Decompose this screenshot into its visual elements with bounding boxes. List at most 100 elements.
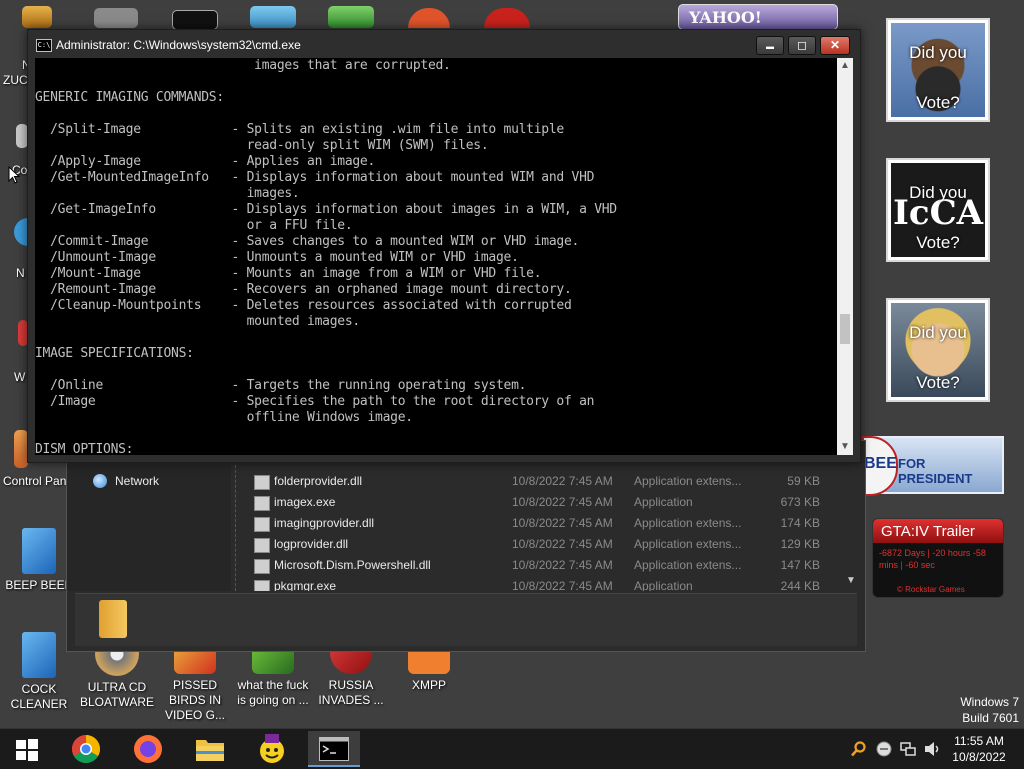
- file-row[interactable]: imagex.exe 10/8/2022 7:45 AM Application 67…: [236, 492, 844, 513]
- close-button[interactable]: ✕: [820, 36, 850, 55]
- file-icon: [254, 496, 270, 511]
- cmd-scrollbar[interactable]: ▲ ▼: [837, 58, 853, 455]
- file-type: Application extens...: [634, 558, 742, 572]
- desktop-icon-label: XMPP: [411, 678, 446, 692]
- scroll-up-arrow-icon[interactable]: ▲: [837, 58, 853, 74]
- file-type: Application extens...: [634, 474, 742, 488]
- explorer-nav-pane[interactable]: Network: [67, 465, 231, 591]
- desktop-icon-left-5[interactable]: [14, 430, 28, 468]
- president-ad-banner[interactable]: BEE FOR PRESIDENT: [862, 436, 1004, 496]
- network-tray-icon[interactable]: [900, 741, 916, 757]
- folder-icon: [196, 740, 224, 761]
- firefox-button[interactable]: [122, 731, 174, 767]
- gta-footer: © Rockstar Games: [897, 585, 965, 594]
- chrome-button[interactable]: [60, 731, 112, 767]
- file-type: Application extens...: [634, 516, 742, 530]
- file-icon: [254, 517, 270, 532]
- file-name: imagingprovider.dll: [274, 516, 375, 530]
- cmd-icon: [319, 737, 349, 761]
- file-row[interactable]: folderprovider.dll 10/8/2022 7:45 AM Appli…: [236, 471, 844, 492]
- vote-gadget-2[interactable]: IcCA Did you Vote?: [886, 158, 990, 262]
- volume-tray-icon[interactable]: [924, 741, 942, 757]
- explorer-window[interactable]: Network folderprovider.dll 10/8/2022 7:45…: [66, 440, 866, 652]
- desktop-icon-top-2[interactable]: [94, 8, 138, 28]
- desktop-icon-top-4[interactable]: [250, 6, 296, 28]
- file-row[interactable]: Microsoft.Dism.Powershell.dll 10/8/2022 7…: [236, 555, 844, 576]
- chrome-icon: [72, 735, 100, 763]
- search-tray-icon[interactable]: [851, 741, 867, 757]
- file-size: 174 KB: [780, 516, 820, 530]
- ad-banner-text: FOR PRESIDENT: [898, 456, 973, 486]
- desktop-icon-label: ULTRA CD BLOATWARE: [79, 680, 154, 709]
- folder-icon: [99, 600, 127, 638]
- file-name: pkgmgr.exe: [274, 579, 337, 591]
- yahoo-banner[interactable]: YAHOO!: [678, 4, 838, 30]
- desktop-icon-top-1[interactable]: [22, 6, 52, 28]
- file-date: 10/8/2022 7:45 AM: [512, 495, 613, 509]
- file-size: 129 KB: [780, 537, 820, 551]
- cmd-taskbar-button[interactable]: [308, 731, 360, 767]
- gta-countdown: -6872 Days | -20 hours -58 mins | -60 se…: [879, 548, 986, 570]
- explorer-file-list[interactable]: folderprovider.dll 10/8/2022 7:45 AM Appli…: [235, 465, 844, 591]
- desktop-fragment-2[interactable]: ZUC: [3, 73, 28, 87]
- file-icon: [254, 538, 270, 553]
- file-size: 673 KB: [780, 495, 820, 509]
- maximize-button[interactable]: ◻: [788, 36, 816, 55]
- smiley-tray-icon[interactable]: [876, 741, 892, 757]
- file-row[interactable]: logprovider.dll 10/8/2022 7:45 AM Applicat…: [236, 534, 844, 555]
- windows-watermark: Windows 7 Build 7601: [960, 694, 1019, 726]
- desktop-icon-left-3[interactable]: [14, 218, 28, 246]
- explorer-scrollbar[interactable]: ▼: [843, 465, 859, 591]
- vote-gadget-3[interactable]: Did you Vote?: [886, 298, 990, 402]
- cmd-window-title: Administrator: C:\Windows\system32\cmd.e…: [56, 38, 301, 52]
- cmd-console[interactable]: images that are corrupted. GENERIC IMAGI…: [35, 58, 837, 455]
- cockcleaner-icon: [22, 632, 56, 678]
- desktop-icon-control-panel-label[interactable]: Control Pan: [3, 474, 66, 488]
- mouse-cursor-icon: [8, 166, 20, 184]
- explorer-button[interactable]: [184, 731, 236, 767]
- file-date: 10/8/2022 7:45 AM: [512, 474, 613, 488]
- file-name: imagex.exe: [274, 495, 336, 509]
- cmd-window[interactable]: C:\ Administrator: C:\Windows\system32\c…: [27, 29, 861, 463]
- file-type: Application extens...: [634, 537, 742, 551]
- yahoo-banner-text: YAHOO!: [689, 8, 762, 27]
- minimize-button[interactable]: ▬: [756, 36, 784, 55]
- yahoo-messenger-button[interactable]: [246, 731, 298, 767]
- file-date: 10/8/2022 7:45 AM: [512, 537, 613, 551]
- desktop-icon-label: RUSSIA INVADES ...: [318, 678, 384, 707]
- desktop-icon-top-5[interactable]: [328, 6, 374, 28]
- file-icon: [254, 580, 270, 591]
- close-icon: ✕: [829, 38, 841, 52]
- network-icon: [93, 474, 107, 488]
- candidate-photo-2: IcCA Did you Vote?: [891, 163, 985, 257]
- file-name: folderprovider.dll: [274, 474, 363, 488]
- taskbar-clock[interactable]: 11:55 AM 10/8/2022: [946, 733, 1012, 765]
- yahoo-messenger-icon: [260, 734, 284, 763]
- gadget-line1: Did you: [909, 323, 967, 342]
- file-name: Microsoft.Dism.Powershell.dll: [274, 558, 431, 572]
- firefox-icon: [134, 735, 162, 763]
- desktop-fragment-4[interactable]: N: [16, 266, 25, 280]
- start-button[interactable]: [0, 731, 52, 767]
- desktop-icon-top-3[interactable]: [172, 10, 218, 30]
- gta-title: GTA:IV Trailer: [881, 523, 975, 540]
- scroll-down-arrow-icon[interactable]: ▼: [837, 439, 853, 455]
- desktop-fragment-5[interactable]: W: [14, 370, 25, 384]
- nav-item-label: Network: [115, 474, 160, 488]
- scroll-down-arrow-icon[interactable]: ▼: [846, 575, 856, 586]
- gadget-line2: Vote?: [916, 233, 960, 252]
- file-icon: [254, 559, 270, 574]
- file-type: Application: [634, 495, 693, 509]
- cmd-title-bar[interactable]: C:\ Administrator: C:\Windows\system32\c…: [28, 30, 860, 58]
- gta-widget[interactable]: GTA:IV Trailer -6872 Days | -20 hours -5…: [872, 518, 1004, 598]
- nav-item-network[interactable]: Network: [93, 473, 223, 491]
- file-size: 59 KB: [787, 474, 820, 488]
- desktop-icon-top-7[interactable]: [484, 8, 530, 28]
- desktop-icon-top-6[interactable]: [408, 8, 450, 28]
- file-row[interactable]: pkgmgr.exe 10/8/2022 7:45 AM Application 24…: [236, 576, 844, 591]
- vote-gadget-1[interactable]: Did you Vote?: [886, 18, 990, 122]
- file-name: logprovider.dll: [274, 537, 349, 551]
- file-row[interactable]: imagingprovider.dll 10/8/2022 7:45 AM Appl…: [236, 513, 844, 534]
- minimize-icon: ▬: [766, 42, 774, 51]
- cmd-scroll-thumb[interactable]: [840, 314, 850, 344]
